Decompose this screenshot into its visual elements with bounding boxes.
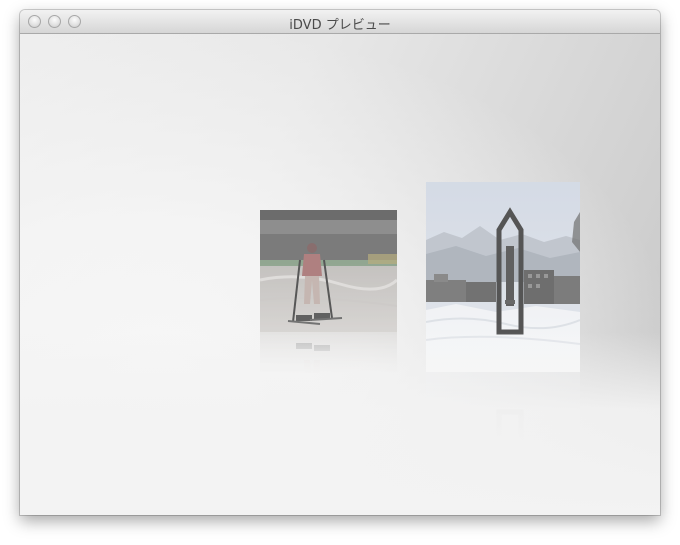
snow-monument-photo-reflection <box>426 372 580 442</box>
menu-preview-area <box>20 34 660 515</box>
window-title: iDVD プレビュー <box>289 18 391 33</box>
snow-monument-photo <box>426 182 580 372</box>
title-bar[interactable]: iDVD プレビュー <box>20 10 660 34</box>
skier-photo <box>260 210 397 332</box>
skier-photo-reflection <box>260 332 397 374</box>
preview-window: iDVD プレビュー <box>20 10 660 515</box>
